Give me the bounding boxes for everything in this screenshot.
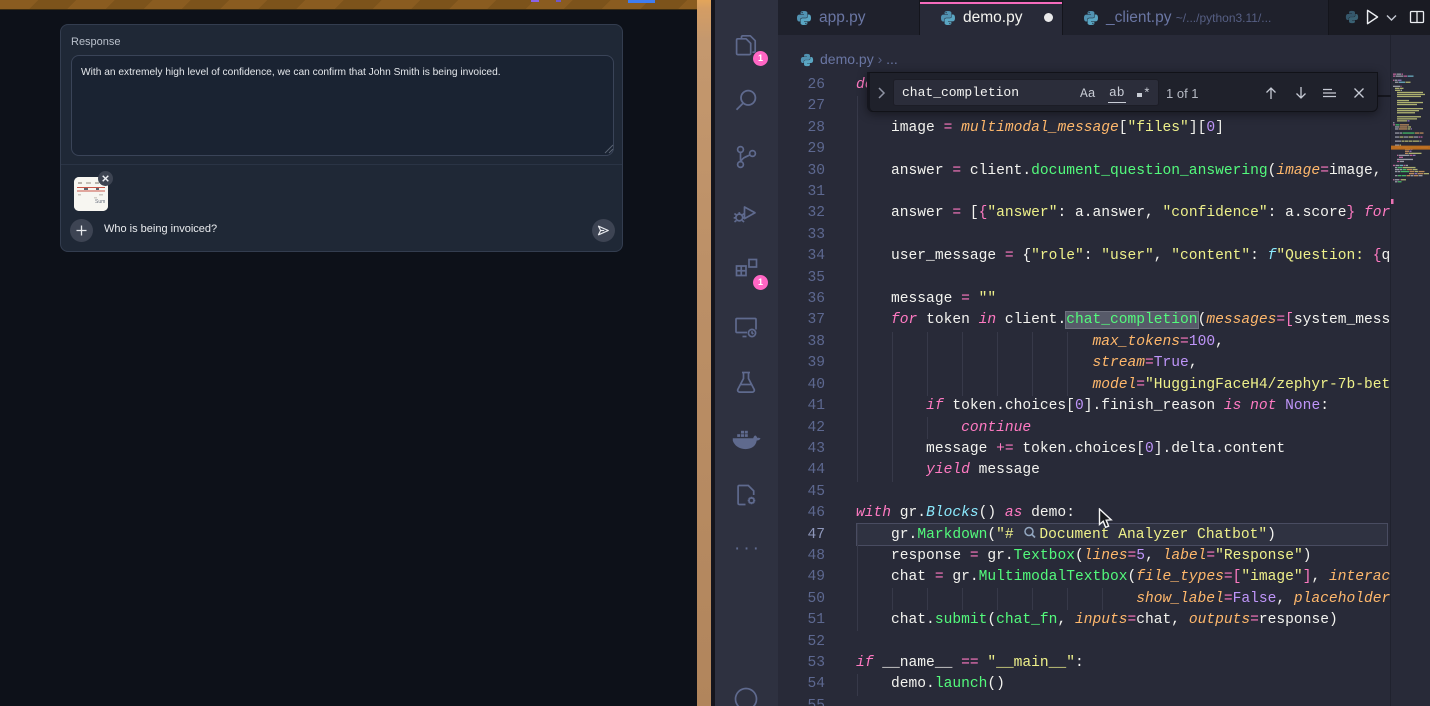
svg-text:Sum: Sum — [95, 199, 105, 205]
